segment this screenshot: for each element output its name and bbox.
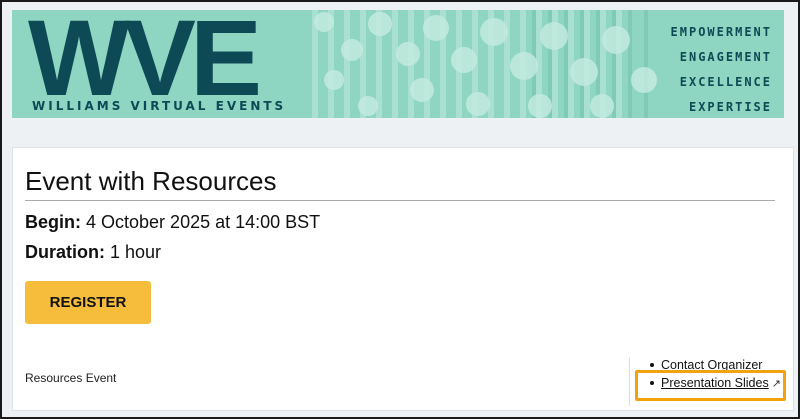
list-item: Presentation Slides ↗ xyxy=(641,374,781,392)
presentation-slides-link[interactable]: Presentation Slides xyxy=(661,376,769,390)
list-item: Contact Organizer xyxy=(641,356,781,374)
tagline-item: ENGAGEMENT xyxy=(679,50,772,64)
contact-organizer-link[interactable]: Contact Organizer xyxy=(661,358,762,372)
register-button[interactable]: REGISTER xyxy=(25,281,151,324)
resource-links: Contact Organizer Presentation Slides ↗ xyxy=(641,356,781,392)
logo-subtitle: WILLIAMS VIRTUAL EVENTS xyxy=(32,99,287,113)
event-duration: Duration: 1 hour xyxy=(25,242,161,263)
links-divider xyxy=(629,358,630,406)
duration-label: Duration: xyxy=(25,242,105,262)
tagline-item: EXPERTISE xyxy=(688,100,772,114)
title-divider xyxy=(25,200,775,201)
tagline-item: EXCELLENCE xyxy=(679,75,772,89)
event-description: Resources Event xyxy=(25,371,117,385)
logo-wordmark: WVE xyxy=(28,10,262,118)
begin-value: 4 October 2025 at 14:00 BST xyxy=(86,212,321,232)
event-begin: Begin: 4 October 2025 at 14:00 BST xyxy=(25,212,320,233)
tagline-list: EMPOWERMENT ENGAGEMENT EXCELLENCE EXPERT… xyxy=(671,20,772,118)
event-card: Event with Resources Begin: 4 October 20… xyxy=(12,147,794,411)
duration-value: 1 hour xyxy=(110,242,162,262)
tagline-item: EMPOWERMENT xyxy=(670,25,772,39)
begin-label: Begin: xyxy=(25,212,81,232)
page-frame: WVE WILLIAMS VIRTUAL EVENTS EMPOWERMENT … xyxy=(0,0,800,419)
event-title: Event with Resources xyxy=(25,166,277,196)
external-link-icon: ↗ xyxy=(771,378,781,390)
header-banner: WVE WILLIAMS VIRTUAL EVENTS EMPOWERMENT … xyxy=(12,10,784,118)
